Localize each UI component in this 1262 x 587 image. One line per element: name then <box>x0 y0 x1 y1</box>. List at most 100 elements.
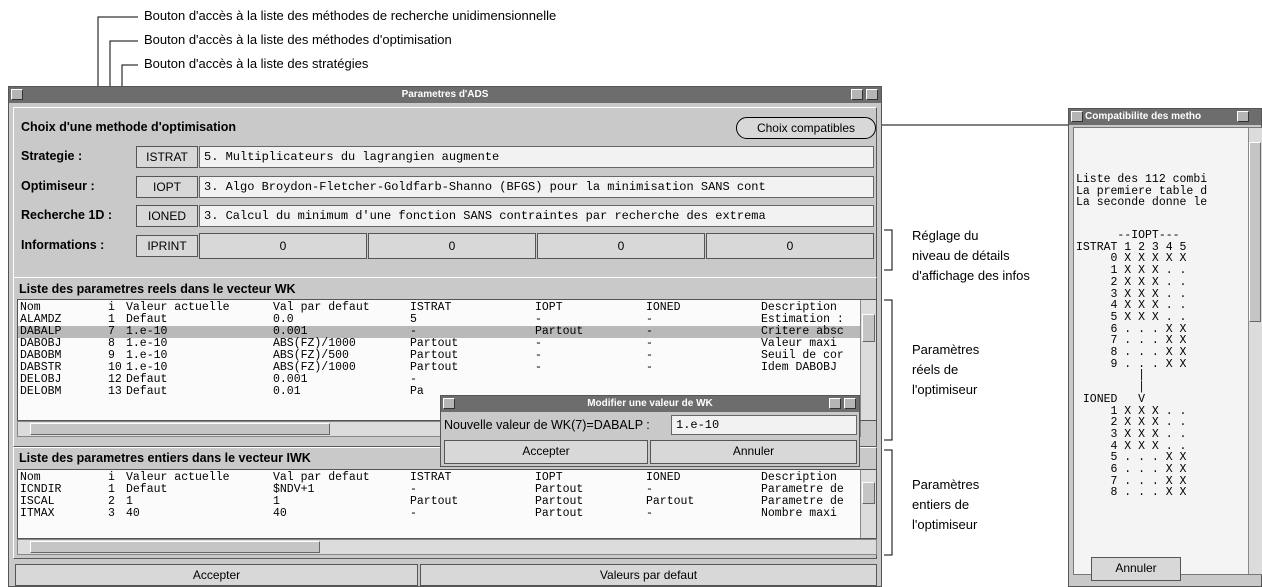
annotation-reals-line: réels de <box>912 362 959 377</box>
table-cell: Defaut <box>126 385 168 398</box>
compat-line: La seconde donne le <box>1076 196 1208 210</box>
compat-vscrollbar[interactable] <box>1248 128 1262 574</box>
info-level-2[interactable]: 0 <box>368 233 536 259</box>
dialog-cancel-button[interactable]: Annuler <box>650 440 857 464</box>
ints-title: Liste des parametres entiers dans le vec… <box>19 451 311 465</box>
table-cell: Partout <box>646 495 695 508</box>
dialog-titlebar[interactable]: Modifier une valeur de WK <box>441 396 859 412</box>
table-cell: Idem DABOBJ <box>761 361 837 374</box>
table-cell: 3 <box>108 507 115 520</box>
annotation-info-line: Réglage du <box>912 228 979 243</box>
table-cell: 0.01 <box>273 385 301 398</box>
annotation-reals: Paramètres réels de l'optimiseur <box>912 340 979 400</box>
compat-window: Compatibilite des metho Liste des 112 co… <box>1068 108 1262 587</box>
table-cell: Pa <box>410 385 424 398</box>
maximize-icon[interactable] <box>866 89 878 100</box>
reals-title: Liste des parametres reels dans le vecte… <box>19 282 296 296</box>
table-cell: Partout <box>535 507 584 520</box>
table-cell: DELOBM <box>20 385 62 398</box>
ints-vscrollbar[interactable] <box>860 470 876 538</box>
dialog-accept-button[interactable]: Accepter <box>444 440 648 464</box>
section-title: Choix d'une methode d'optimisation <box>21 120 236 134</box>
compat-line: IONED V <box>1076 392 1146 406</box>
compat-menu-icon[interactable] <box>1071 111 1083 122</box>
strategie-field: 5. Multiplicateurs du lagrangien augment… <box>199 146 874 168</box>
main-window: Parametres d'ADS Choix d'une methode d'o… <box>8 86 882 587</box>
ints-table: Nom i Valeur actuelle Val par defaut IST… <box>17 469 877 539</box>
table-cell: ITMAX <box>20 507 55 520</box>
dialog-title: Modifier une valeur de WK <box>587 398 713 409</box>
table-cell: 13 <box>108 385 122 398</box>
iopt-button[interactable]: IOPT <box>136 176 198 198</box>
annotation-info-line: niveau de détails <box>912 248 1010 263</box>
istrat-button[interactable]: ISTRAT <box>136 146 198 168</box>
choix-compatibles-button[interactable]: Choix compatibles <box>736 117 876 139</box>
dialog-minimize-icon[interactable] <box>829 398 841 409</box>
ints-vscroll-thumb[interactable] <box>862 482 875 504</box>
annotation-ints-line: entiers de <box>912 497 970 512</box>
table-cell: - <box>646 507 653 520</box>
compat-text-area: Liste des 112 combi La premiere table d La… <box>1073 127 1262 575</box>
info-level-1[interactable]: 0 <box>199 233 367 259</box>
info-level-4[interactable]: 0 <box>706 233 874 259</box>
recherche-label: Recherche 1D : <box>21 208 113 222</box>
minimize-icon[interactable] <box>851 89 863 100</box>
window-titlebar[interactable]: Parametres d'ADS <box>9 87 881 103</box>
table-cell: Partout <box>535 325 584 338</box>
compat-line: 3 X X X . . <box>1076 427 1187 441</box>
table-cell: - <box>535 361 542 374</box>
dialog-maximize-icon[interactable] <box>844 398 856 409</box>
table-cell: - <box>646 361 653 374</box>
table-cell: Partout <box>410 361 459 374</box>
compat-line: --IOPT--- <box>1076 229 1180 242</box>
table-cell: - <box>410 507 417 520</box>
compat-line: Liste des 112 combi <box>1076 173 1208 186</box>
dialog-value-input[interactable]: 1.e-10 <box>671 415 857 435</box>
annotation-reals-line: Paramètres <box>912 342 980 357</box>
strategie-label: Strategie : <box>21 149 83 163</box>
dialog-label: Nouvelle valeur de WK(7)=DABALP : <box>444 418 650 432</box>
compat-line: 8 . . . X X <box>1076 346 1187 360</box>
table-row[interactable]: ISCAL 2 1 1 Partout Partout Partout Parametre d… <box>18 496 876 508</box>
compat-title: Compatibilite des metho <box>1085 111 1202 122</box>
compat-line: 2 X X X . . <box>1076 275 1187 289</box>
iprint-button[interactable]: IPRINT <box>136 235 198 257</box>
optimiseur-label: Optimiseur : <box>21 179 95 193</box>
compat-intro: Liste des 112 combi La premiere table d La… <box>1076 174 1207 209</box>
table-cell: 40 <box>273 507 287 520</box>
compat-line: 8 . . . X X <box>1076 486 1187 500</box>
compat-minimize-icon[interactable] <box>1237 111 1249 122</box>
ioned-button[interactable]: IONED <box>136 205 198 227</box>
compat-line: 6 . . . X X <box>1076 463 1187 477</box>
compat-tables: --IOPT--- ISTRAT 1 2 3 4 5 0 X X X X X 1 … <box>1076 230 1186 499</box>
table-cell: Nombre maxi <box>761 507 837 520</box>
ints-hscroll-thumb[interactable] <box>30 541 320 553</box>
dialog-menu-icon[interactable] <box>443 398 455 409</box>
annotation-ints: Paramètres entiers de l'optimiseur <box>912 475 979 535</box>
compat-cancel-button[interactable]: Annuler <box>1091 557 1181 581</box>
reals-hscroll-thumb[interactable] <box>30 423 330 435</box>
valeurs-par-defaut-button[interactable]: Valeurs par defaut <box>420 564 877 586</box>
reals-vscrollbar[interactable] <box>860 300 876 420</box>
optimiseur-field: 3. Algo Broydon-Fletcher-Goldfarb-Shanno… <box>199 176 874 198</box>
recherche-field: 3. Calcul du minimum d'une fonction SANS… <box>199 205 874 227</box>
accepter-button[interactable]: Accepter <box>15 564 418 586</box>
ints-hscrollbar[interactable] <box>17 539 877 555</box>
compat-line: 5 X X X . . <box>1076 310 1187 324</box>
informations-label: Informations : <box>21 238 105 252</box>
info-level-3[interactable]: 0 <box>537 233 705 259</box>
reals-vscroll-thumb[interactable] <box>862 314 875 342</box>
annotation-ints-line: l'optimiseur <box>912 517 978 532</box>
window-menu-icon[interactable] <box>11 89 23 100</box>
compat-vscroll-thumb[interactable] <box>1249 142 1261 322</box>
annotation-ints-line: Paramètres <box>912 477 980 492</box>
table-row[interactable]: ITMAX 3 40 40 - Partout - Nombre maxi <box>18 508 876 520</box>
table-cell: 40 <box>126 507 140 520</box>
annotation-info-line: d'affichage des infos <box>912 268 1030 283</box>
table-cell: Partout <box>410 495 459 508</box>
modify-dialog: Modifier une valeur de WK Nouvelle valeu… <box>440 395 860 467</box>
window-title: Parametres d'ADS <box>401 89 489 100</box>
compat-titlebar[interactable]: Compatibilite des metho <box>1069 109 1261 125</box>
annotation-info: Réglage du niveau de détails d'affichage… <box>912 226 1030 286</box>
annotation-reals-line: l'optimiseur <box>912 382 978 397</box>
